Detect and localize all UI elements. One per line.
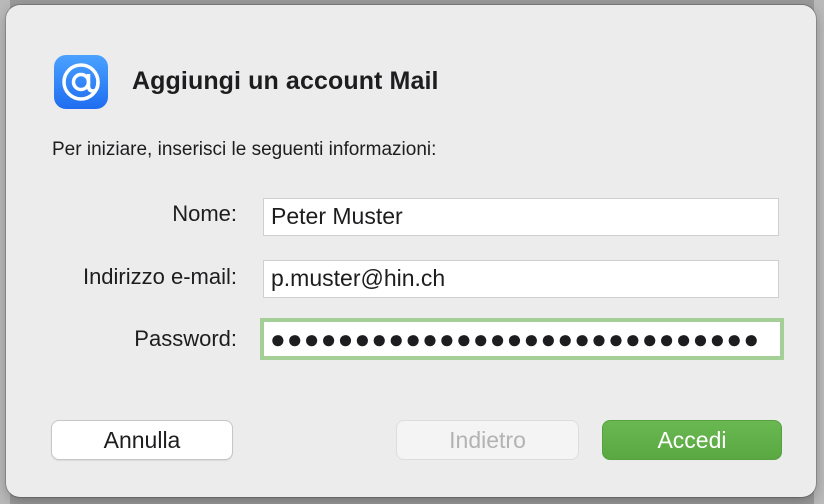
password-label: Password: — [134, 326, 237, 351]
back-button[interactable]: Indietro — [396, 420, 579, 460]
name-field[interactable]: Peter Muster — [263, 198, 779, 236]
sign-in-button[interactable]: Accedi — [602, 420, 782, 460]
cancel-button[interactable]: Annulla — [51, 420, 233, 460]
password-field[interactable]: ●●●●●●●●●●●●●●●●●●●●●●●●●●●●● — [260, 318, 784, 360]
dialog-subtitle: Per iniziare, inserisci le seguenti info… — [52, 139, 437, 160]
password-masked-value: ●●●●●●●●●●●●●●●●●●●●●●●●●●●●● — [270, 324, 761, 354]
at-sign-mail-icon — [52, 53, 110, 111]
email-field[interactable]: p.muster@hin.ch — [263, 260, 779, 298]
name-label: Nome: — [172, 201, 237, 226]
dialog-title: Aggiungi un account Mail — [132, 67, 439, 95]
email-label: Indirizzo e-mail: — [82, 264, 237, 289]
add-mail-account-dialog: Aggiungi un account Mail Per iniziare, i… — [6, 5, 816, 497]
